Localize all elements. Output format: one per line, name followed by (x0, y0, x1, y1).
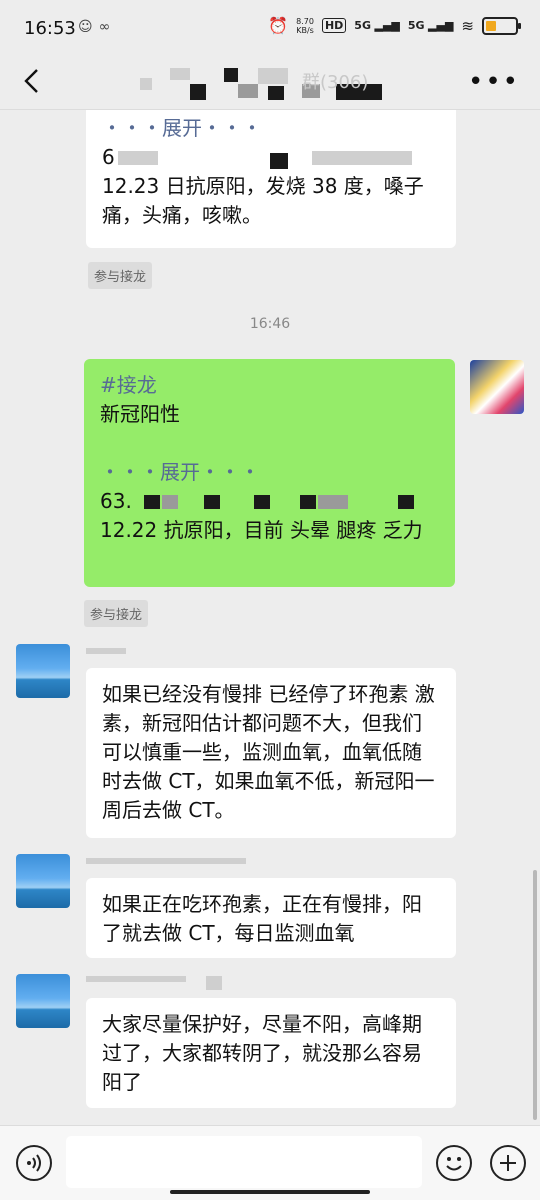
redacted-line: 6 (102, 143, 440, 172)
alarm-icon: ⏰ (268, 16, 289, 35)
net-speed-value: 8.70 (296, 16, 314, 26)
home-indicator[interactable] (170, 1190, 370, 1194)
sender-avatar[interactable] (16, 644, 70, 698)
my-avatar[interactable] (470, 360, 524, 414)
voice-waves-icon (27, 1154, 41, 1172)
list-number: 6 (102, 145, 115, 169)
list-number: 63. (100, 489, 132, 513)
back-arrow-icon[interactable] (18, 66, 48, 96)
expand-link[interactable]: ・・・展开・・・ (100, 458, 439, 487)
message-bubble-solitaire-1[interactable]: ・・・展开・・・ 6 12.23 日抗原阳，发烧 38 度，嗓子痛，头痛，咳嗽。 (86, 110, 456, 248)
message-text: 如果正在吃环孢素，正在有慢排，阳了就去做 CT，每日监测血氧 (102, 892, 422, 945)
expand-link[interactable]: ・・・展开・・・ (102, 114, 440, 143)
net-speed: 8.70 KB/s (296, 17, 314, 35)
wifi-icon: ≋ (461, 16, 474, 35)
more-options-icon[interactable]: ••• (468, 69, 520, 95)
signal-1-icon: 5G ▂▄▆ (354, 19, 400, 32)
battery-icon (482, 16, 521, 35)
message-list[interactable]: ・・・展开・・・ 6 12.23 日抗原阳，发烧 38 度，嗓子痛，头痛，咳嗽。… (0, 110, 540, 1125)
sender-name (86, 858, 246, 868)
sender-name (86, 976, 226, 990)
status-right-icons: ⏰ 8.70 KB/s HD 5G ▂▄▆ 5G ▂▄▆ ≋ (268, 16, 521, 35)
plus-icon (500, 1155, 516, 1171)
voice-input-icon[interactable] (16, 1145, 52, 1181)
chat-header: 群(306) ••• (0, 56, 540, 110)
cloud-notification-icon: ∞ (98, 19, 111, 35)
app-notification-icon: ☺ (78, 19, 93, 35)
signal-2-label: 5G (407, 19, 425, 32)
hd-icon: HD (321, 18, 347, 33)
solitaire-tag[interactable]: #接龙 (100, 371, 439, 400)
message-text: 新冠阳性 (100, 402, 180, 426)
message-input[interactable] (66, 1136, 422, 1188)
input-bar (0, 1125, 540, 1200)
message-text: 12.23 日抗原阳，发烧 38 度，嗓子痛，头痛，咳嗽。 (102, 174, 424, 227)
notification-icons: ☺ ∞ (78, 19, 110, 35)
sender-name (86, 648, 126, 658)
emoji-icon[interactable] (436, 1145, 472, 1181)
message-bubble[interactable]: 如果已经没有慢排 已经停了环孢素 激素，新冠阳估计都问题不大，但我们可以慎重一些… (86, 668, 456, 838)
message-bubble[interactable]: 如果正在吃环孢素，正在有慢排，阳了就去做 CT，每日监测血氧 (86, 878, 456, 958)
more-functions-plus-icon[interactable] (490, 1145, 526, 1181)
sender-avatar[interactable] (16, 854, 70, 908)
signal-1-label: 5G (354, 19, 371, 32)
net-speed-unit: KB/s (296, 25, 314, 35)
smiley-face-icon (446, 1157, 462, 1171)
scrollbar[interactable] (533, 870, 537, 1120)
chat-title-suffix: 群(306) (302, 72, 369, 93)
timestamp: 16:46 (249, 316, 291, 332)
join-solitaire-button[interactable]: 参与接龙 (84, 600, 149, 627)
sender-avatar[interactable] (16, 974, 70, 1028)
chat-title: 群(306) (140, 64, 390, 100)
join-solitaire-button[interactable]: 参与接龙 (88, 262, 153, 289)
message-text: 12.22 抗原阳，目前 头晕 腿疼 乏力 (100, 518, 423, 542)
message-text: 如果已经没有慢排 已经停了环孢素 激素，新冠阳估计都问题不大，但我们可以慎重一些… (102, 682, 435, 822)
status-time: 16:53 (24, 18, 76, 39)
redacted-line: 63. (100, 487, 439, 516)
message-bubble-solitaire-2[interactable]: #接龙 新冠阳性 ・・・展开・・・ 63. 12.22 抗原阳，目前 头晕 腿疼… (84, 359, 455, 587)
message-bubble[interactable]: 大家尽量保护好，尽量不阳，高峰期过了，大家都转阴了，就没那么容易阳了 (86, 998, 456, 1108)
signal-2-icon: 5G ▂▄▆ (407, 19, 454, 32)
status-bar: 16:53 ☺ ∞ ⏰ 8.70 KB/s HD 5G ▂▄▆ 5G ▂▄▆ ≋ (0, 0, 540, 56)
message-text: 大家尽量保护好，尽量不阳，高峰期过了，大家都转阴了，就没那么容易阳了 (102, 1012, 422, 1094)
